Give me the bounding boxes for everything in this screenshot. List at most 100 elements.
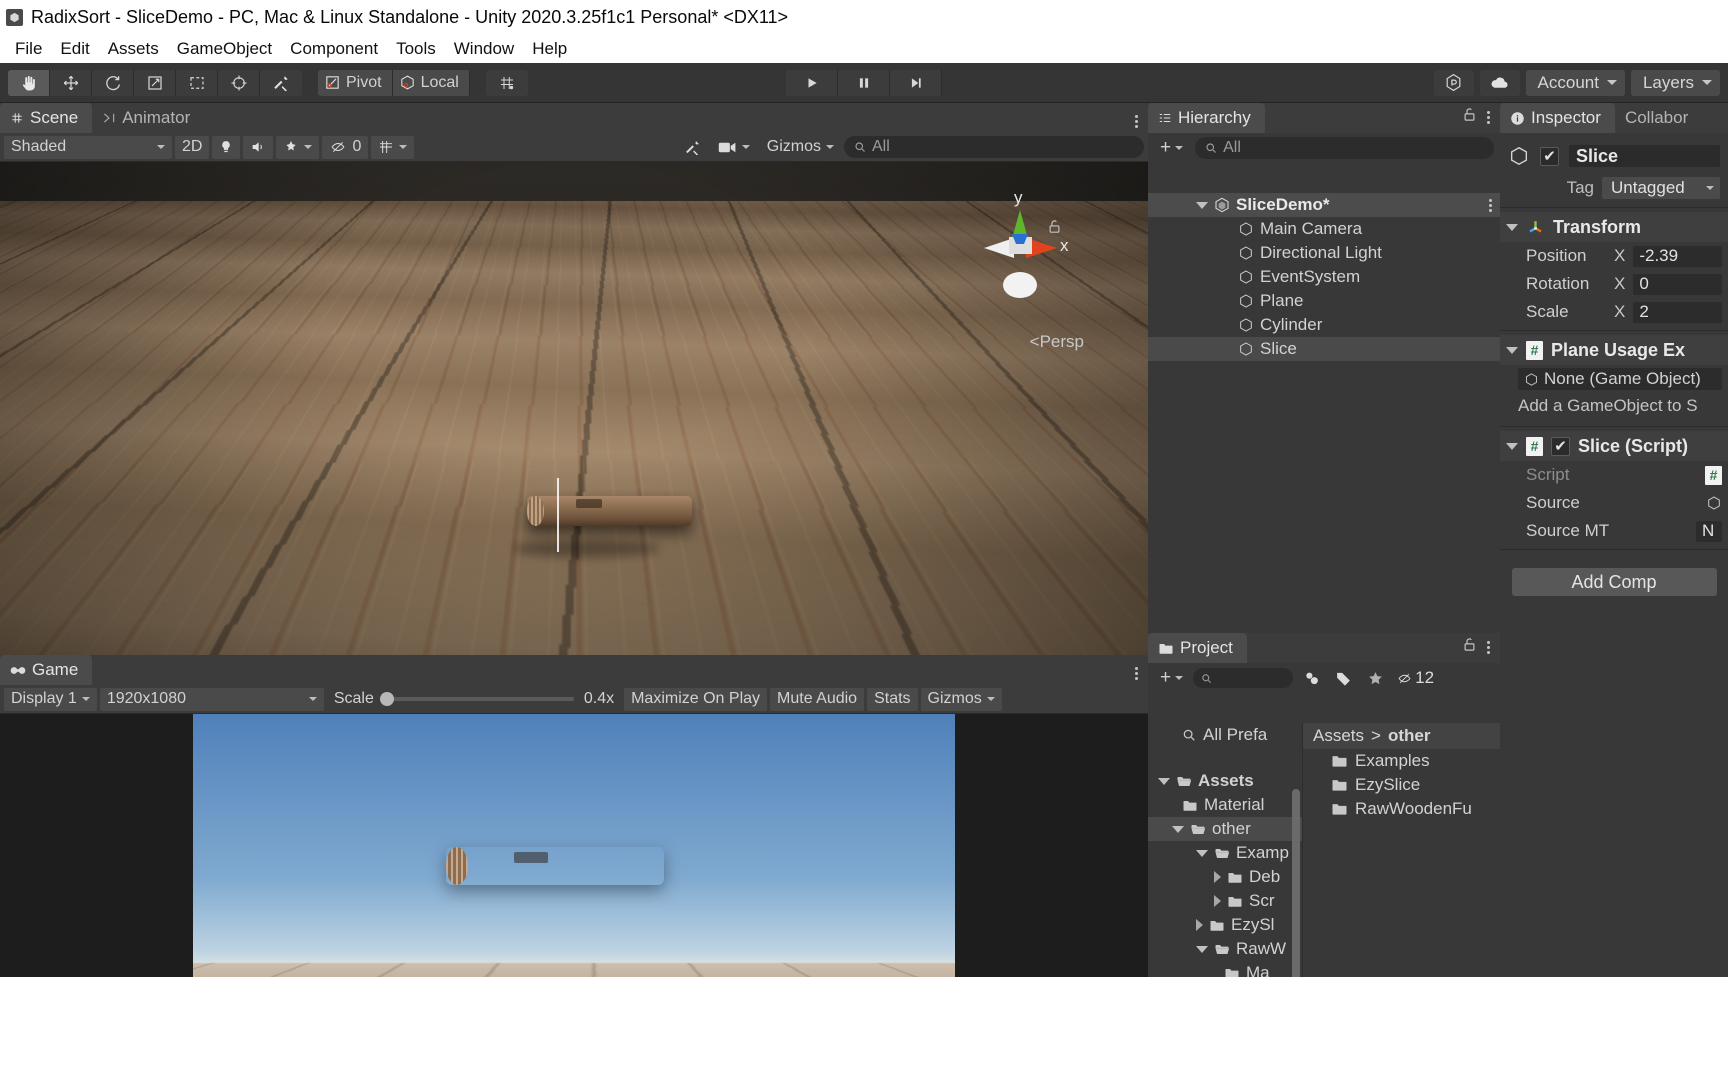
collab-icon[interactable] [1433,69,1474,96]
scene-tools-button[interactable] [677,136,708,159]
tab-inspector[interactable]: Inspector [1500,103,1615,133]
tag-dropdown[interactable]: Untagged [1602,177,1720,199]
project-add-button[interactable]: + [1154,667,1189,689]
game-resolution-dropdown[interactable]: 1920x1080 [99,687,324,711]
chevron-down-icon[interactable] [1172,825,1184,833]
project-tree-other[interactable]: other [1148,817,1302,841]
breadcrumb-assets[interactable]: Assets [1313,726,1364,746]
project-tree-rawwooden[interactable]: RawW [1148,937,1302,961]
chevron-down-icon[interactable] [1196,201,1208,209]
chevron-right-icon[interactable] [1196,919,1203,931]
tab-hierarchy[interactable]: Hierarchy [1148,103,1265,133]
scene-orientation-gizmo[interactable]: y x [962,188,1082,310]
source-mt-value[interactable]: N [1696,520,1722,542]
project-search-input[interactable] [1193,668,1294,688]
scene-hidden-objects-toggle[interactable]: 0 [322,135,369,159]
add-component-button[interactable]: Add Comp [1511,568,1717,596]
step-button[interactable] [890,69,942,96]
tab-project[interactable]: Project [1148,633,1247,663]
filter-type-icon[interactable] [1297,667,1325,689]
transform-component-header[interactable]: Transform [1500,212,1728,242]
hierarchy-options-menu[interactable] [1487,110,1490,124]
filter-label-icon[interactable] [1329,667,1357,689]
pivot-toggle-button[interactable]: Pivot [318,69,393,96]
project-lock-icon[interactable] [1462,636,1477,658]
script-icon[interactable]: # [1705,465,1722,485]
menu-assets[interactable]: Assets [99,37,168,61]
mute-audio-toggle[interactable]: Mute Audio [770,687,865,711]
hierarchy-item-plane[interactable]: Plane [1148,289,1500,313]
account-dropdown[interactable]: Account [1525,69,1625,96]
project-content-rawwooden[interactable]: RawWoodenFu [1303,797,1500,821]
menu-edit[interactable]: Edit [51,37,98,61]
scale-x-input[interactable]: 2 [1633,301,1722,323]
scene-gizmos-dropdown[interactable]: Gizmos [760,136,841,159]
chevron-down-icon[interactable] [1196,849,1208,857]
object-name-field[interactable]: Slice [1569,145,1720,167]
pause-button[interactable] [838,69,890,96]
project-tree-examples[interactable]: Examp [1148,841,1302,865]
plane-usage-component-header[interactable]: # Plane Usage Ex [1500,335,1728,365]
scene-search-input[interactable]: All [844,136,1144,158]
scene-projection-label[interactable]: <Persp [1030,332,1084,352]
project-content-ezyslice[interactable]: EzySlice [1303,773,1500,797]
tab-game[interactable]: Game [0,655,93,685]
scene-lighting-toggle[interactable] [212,135,241,159]
project-tree-scripts[interactable]: Scr [1148,889,1302,913]
chevron-down-icon[interactable] [1506,223,1518,231]
hand-tool-button[interactable] [8,69,50,96]
hierarchy-item-eventsystem[interactable]: EventSystem [1148,265,1500,289]
project-hidden-toggle[interactable]: 12 [1393,667,1437,689]
breadcrumb-other[interactable]: other [1388,726,1431,746]
scene-options-menu[interactable] [1135,115,1138,128]
menu-help[interactable]: Help [523,37,576,61]
cloud-icon[interactable] [1479,69,1520,96]
project-content-examples[interactable]: Examples [1303,749,1500,773]
hierarchy-scene-root[interactable]: SliceDemo* [1148,193,1500,217]
star-icon[interactable] [1361,667,1389,689]
menu-tools[interactable]: Tools [387,37,445,61]
transform-tool-button[interactable] [218,69,260,96]
menu-component[interactable]: Component [281,37,387,61]
hierarchy-scene-menu[interactable] [1489,198,1492,212]
scene-lock-icon[interactable] [1047,218,1062,240]
hierarchy-item-slice[interactable]: Slice [1148,337,1500,361]
chevron-down-icon[interactable] [1158,777,1170,785]
chevron-right-icon[interactable] [1214,871,1221,883]
scene-selected-mesh[interactable] [527,496,692,526]
game-gizmos-dropdown[interactable]: Gizmos [920,687,1002,711]
rect-tool-button[interactable] [176,69,218,96]
2d-toggle-button[interactable]: 2D [175,135,210,159]
game-scale-slider[interactable]: Scale 0.4x [327,688,621,711]
project-tree-debug[interactable]: Deb [1148,865,1302,889]
scene-audio-toggle[interactable] [243,135,274,159]
tab-scene[interactable]: Scene [0,103,93,133]
tab-collaborate[interactable]: Collabor [1615,103,1702,133]
chevron-down-icon[interactable] [1506,442,1518,450]
chevron-down-icon[interactable] [1506,346,1518,354]
project-tree-ezyslice[interactable]: EzySl [1148,913,1302,937]
rotate-tool-button[interactable] [92,69,134,96]
game-display-dropdown[interactable]: Display 1 [4,687,97,711]
game-options-menu[interactable] [1135,667,1138,680]
hierarchy-search-input[interactable]: All [1195,137,1494,159]
grid-snap-icon[interactable] [485,69,528,96]
rotation-x-input[interactable]: 0 [1633,273,1722,295]
hierarchy-lock-icon[interactable] [1462,106,1477,128]
menu-file[interactable]: File [6,37,51,61]
scene-viewport[interactable]: y x <Persp [0,162,1148,655]
object-enabled-checkbox[interactable]: ✔ [1540,146,1559,166]
stats-toggle[interactable]: Stats [867,687,918,711]
slice-plane-gizmo[interactable] [557,478,559,552]
maximize-on-play-toggle[interactable]: Maximize On Play [624,687,768,711]
tab-animator[interactable]: Animator [92,103,204,133]
slice-script-enabled-checkbox[interactable]: ✔ [1551,436,1570,456]
hierarchy-add-button[interactable]: + [1154,137,1189,159]
custom-tool-button[interactable] [260,69,302,96]
chevron-down-icon[interactable] [1196,945,1208,953]
handle-toggle-button[interactable]: Local [392,69,470,96]
project-tree-assets[interactable]: Assets [1148,769,1302,793]
shading-mode-dropdown[interactable]: Shaded [4,135,172,159]
position-x-input[interactable]: -2.39 [1633,245,1722,267]
scene-camera-button[interactable] [711,136,757,159]
